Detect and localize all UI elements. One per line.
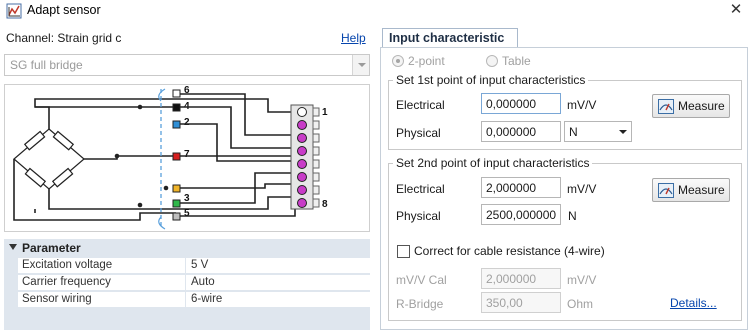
param-value: Auto bbox=[191, 276, 215, 288]
adapt-sensor-icon bbox=[6, 3, 22, 19]
wire-num-7: 7 bbox=[184, 149, 190, 160]
bridge-wires bbox=[13, 98, 295, 221]
pin-label-8: 8 bbox=[322, 199, 328, 210]
point2-physical-unit: N bbox=[568, 209, 577, 223]
cable-resistance-label: Correct for cable resistance (4-wire) bbox=[414, 244, 605, 258]
chevron-down-icon[interactable] bbox=[615, 122, 631, 141]
mvv-cal-label: mV/V Cal bbox=[396, 273, 447, 287]
measure-button-1[interactable]: Measure bbox=[652, 94, 730, 118]
connector-block: 1 8 bbox=[290, 104, 328, 210]
wire-number-labels: 6 4 2 7 3 5 bbox=[184, 85, 190, 219]
radio-2point[interactable] bbox=[392, 55, 404, 67]
wire-num-2: 2 bbox=[184, 117, 190, 128]
parameter-header[interactable]: Parameter bbox=[4, 239, 370, 257]
window-title: Adapt sensor bbox=[27, 3, 101, 17]
param-name: Excitation voltage bbox=[22, 259, 113, 271]
terminal-markers bbox=[172, 89, 181, 221]
tab-input-characteristic[interactable]: Input characteristic bbox=[382, 28, 518, 48]
sensor-type-value: SG full bridge bbox=[10, 58, 83, 72]
point2-title: Set 2nd point of input characteristics bbox=[393, 156, 593, 170]
point1-unit-select[interactable]: N bbox=[564, 121, 632, 142]
channel-label: Channel: Strain grid c bbox=[6, 31, 122, 45]
point2-physical-input[interactable]: 2500,000000 bbox=[481, 204, 561, 225]
param-value: 5 V bbox=[191, 259, 209, 271]
wire-num-5: 5 bbox=[184, 208, 190, 219]
radio-table-label: Table bbox=[502, 54, 531, 68]
mvv-cal-input[interactable]: 2,000000 bbox=[481, 268, 561, 289]
tab-label: Input characteristic bbox=[389, 31, 505, 45]
param-row[interactable]: Sensor wiring 6-wire bbox=[18, 292, 370, 308]
bridge-diamond bbox=[13, 128, 85, 190]
help-link[interactable]: Help bbox=[341, 31, 366, 45]
physical-label: Physical bbox=[396, 126, 441, 140]
measure-button-2[interactable]: Measure bbox=[652, 178, 730, 202]
param-row[interactable]: Carrier frequency Auto bbox=[18, 275, 370, 291]
radio-2point-label: 2-point bbox=[408, 54, 445, 68]
measure-button-label: Measure bbox=[678, 99, 725, 113]
point1-electrical-unit: mV/V bbox=[567, 98, 597, 112]
rbridge-label: R-Bridge bbox=[396, 297, 444, 311]
mvv-cal-unit: mV/V bbox=[567, 273, 597, 287]
parameter-title: Parameter bbox=[22, 241, 81, 255]
measure-button-label: Measure bbox=[678, 183, 725, 197]
details-link[interactable]: Details... bbox=[670, 296, 717, 310]
param-name: Sensor wiring bbox=[22, 293, 92, 305]
bridge-resistors bbox=[23, 130, 75, 188]
title-bar: Adapt sensor ✕ bbox=[0, 0, 750, 22]
point1-title: Set 1st point of input characteristics bbox=[393, 73, 589, 87]
parameter-panel: Parameter Excitation voltage 5 V Carrier… bbox=[4, 239, 370, 330]
param-value: 6-wire bbox=[191, 293, 223, 305]
electrical-label: Electrical bbox=[396, 182, 445, 196]
measure-gauge-icon bbox=[658, 183, 674, 198]
sensor-type-combo[interactable]: SG full bridge bbox=[4, 54, 370, 76]
close-button[interactable]: ✕ bbox=[726, 1, 746, 19]
point2-electrical-unit: mV/V bbox=[567, 182, 597, 196]
rbridge-input[interactable]: 350,00 bbox=[481, 292, 561, 313]
point1-electrical-input[interactable]: 0,000000 bbox=[481, 93, 561, 114]
point1-physical-input[interactable]: 0,000000 bbox=[481, 121, 561, 142]
radio-table[interactable] bbox=[486, 55, 498, 67]
electrical-label: Electrical bbox=[396, 98, 445, 112]
collapse-icon[interactable] bbox=[9, 244, 17, 250]
point1-unit-value: N bbox=[569, 125, 578, 139]
param-name: Carrier frequency bbox=[22, 276, 111, 288]
measure-gauge-icon bbox=[658, 99, 674, 114]
wiring-diagram-svg: 6 4 2 7 3 5 1 8 bbox=[13, 85, 328, 230]
physical-label: Physical bbox=[396, 209, 441, 223]
point2-electrical-input[interactable]: 2,000000 bbox=[481, 177, 561, 198]
cable-resistance-checkbox[interactable] bbox=[397, 245, 410, 258]
pin-label-1: 1 bbox=[322, 107, 328, 118]
rbridge-unit: Ohm bbox=[567, 297, 594, 311]
wiring-diagram: 6 4 2 7 3 5 1 8 bbox=[4, 84, 370, 232]
chevron-down-icon[interactable] bbox=[352, 55, 369, 75]
param-row[interactable]: Excitation voltage 5 V bbox=[18, 258, 370, 274]
